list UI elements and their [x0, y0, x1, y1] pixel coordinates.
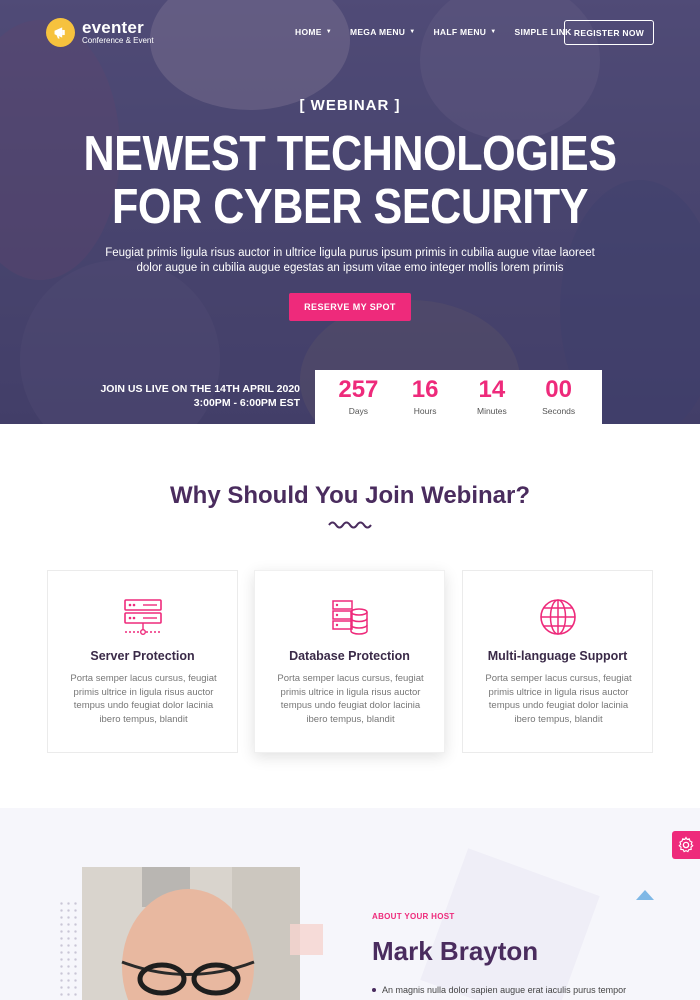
settings-toggle-button[interactable] [672, 831, 700, 859]
squiggle-divider-icon [328, 521, 372, 529]
nav-item-mega-menu[interactable]: MEGA MENU ▼ [350, 27, 416, 37]
dot-pattern [58, 900, 78, 1000]
nav-item-home[interactable]: HOME ▼ [295, 27, 332, 37]
countdown-seconds: 00 Seconds [530, 376, 588, 417]
countdown-value: 00 [545, 376, 572, 403]
card-text: Porta semper lacus cursus, feugiat primi… [70, 673, 217, 725]
section-title: Why Should You Join Webinar? [170, 482, 530, 509]
database-icon [332, 600, 368, 635]
countdown-value: 14 [478, 376, 506, 403]
headline-line-1: NEWEST TECHNOLOGIES [83, 127, 617, 181]
countdown-value: 257 [338, 376, 379, 403]
countdown-label: Seconds [542, 406, 576, 416]
countdown-hours: 16 Hours [396, 376, 454, 417]
chevron-down-icon: ▼ [325, 29, 332, 35]
card-title: Server Protection [90, 649, 195, 663]
decor-triangle [636, 890, 654, 900]
host-bullet-text: An magnis nulla dolor sapien augue erat … [382, 985, 627, 995]
decor-square [290, 924, 323, 955]
chevron-down-icon: ▼ [409, 29, 416, 35]
chevron-down-icon: ▼ [490, 29, 497, 35]
brand-name: eventer [82, 17, 144, 37]
card-text: Porta semper lacus cursus, feugiat primi… [485, 673, 632, 725]
hero-eyebrow: [ WEBINAR ] [299, 97, 401, 114]
event-time-line: 3:00PM - 6:00PM EST [193, 397, 300, 409]
feature-card-multilanguage: Multi-language Support Porta semper lacu… [462, 570, 653, 753]
nav-item-half-menu[interactable]: HALF MENU ▼ [433, 27, 496, 37]
card-title: Database Protection [289, 649, 410, 663]
card-text: Porta semper lacus cursus, feugiat primi… [277, 673, 424, 725]
feature-card-server: Server Protection Porta semper lacus cur… [47, 570, 238, 753]
countdown-label: Minutes [476, 406, 507, 416]
host-name: Mark Brayton [372, 936, 539, 966]
nav-item-label: MEGA MENU [349, 27, 406, 37]
hero-subtitle: Feugiat primis ligula risus auctor in ul… [100, 246, 600, 276]
register-now-button[interactable]: REGISTER NOW [564, 20, 654, 45]
host-photo [82, 867, 300, 1000]
logo[interactable]: eventer Conference & Event [46, 18, 154, 47]
subtitle-line-1: Feugiat primis ligula risus auctor in ul… [105, 247, 595, 259]
main-nav: HOME ▼ MEGA MENU ▼ HALF MENU ▼ SIMPLE LINK [295, 27, 590, 37]
megaphone-icon [46, 18, 75, 47]
countdown-minutes: 14 Minutes [463, 376, 521, 417]
nav-item-label: HOME [295, 27, 322, 37]
globe-icon [540, 599, 576, 635]
hero-headline: NEWEST TECHNOLOGIES FOR CYBER SECURITY [42, 128, 658, 234]
countdown-value: 16 [411, 376, 439, 403]
event-date-line: JOIN US LIVE ON THE 14TH APRIL 2020 [100, 383, 300, 395]
bullet-dot-icon [372, 988, 376, 992]
reserve-spot-button[interactable]: RESERVE MY SPOT [289, 293, 411, 321]
event-date: JOIN US LIVE ON THE 14TH APRIL 2020 3:00… [100, 382, 300, 410]
card-title: Multi-language Support [487, 649, 628, 663]
countdown-timer: 257 Days 16 Hours 14 Minutes 00 Seconds [315, 370, 602, 424]
host-eyebrow: ABOUT YOUR HOST [372, 912, 455, 921]
gear-icon [678, 836, 694, 853]
countdown-label: Days [348, 406, 369, 416]
host-bullet: An magnis nulla dolor sapien augue erat … [372, 985, 626, 995]
headline-line-2: FOR CYBER SECURITY [111, 180, 589, 234]
countdown-label: Hours [413, 406, 437, 416]
countdown-days: 257 Days [329, 376, 387, 417]
feature-card-database: Database Protection Porta semper lacus c… [254, 570, 445, 753]
subtitle-line-2: dolor augue in cubilia augue egestas an … [136, 262, 564, 274]
server-icon [124, 599, 162, 636]
nav-item-label: HALF MENU [433, 27, 487, 37]
brand-tagline: Conference & Event [82, 35, 154, 45]
